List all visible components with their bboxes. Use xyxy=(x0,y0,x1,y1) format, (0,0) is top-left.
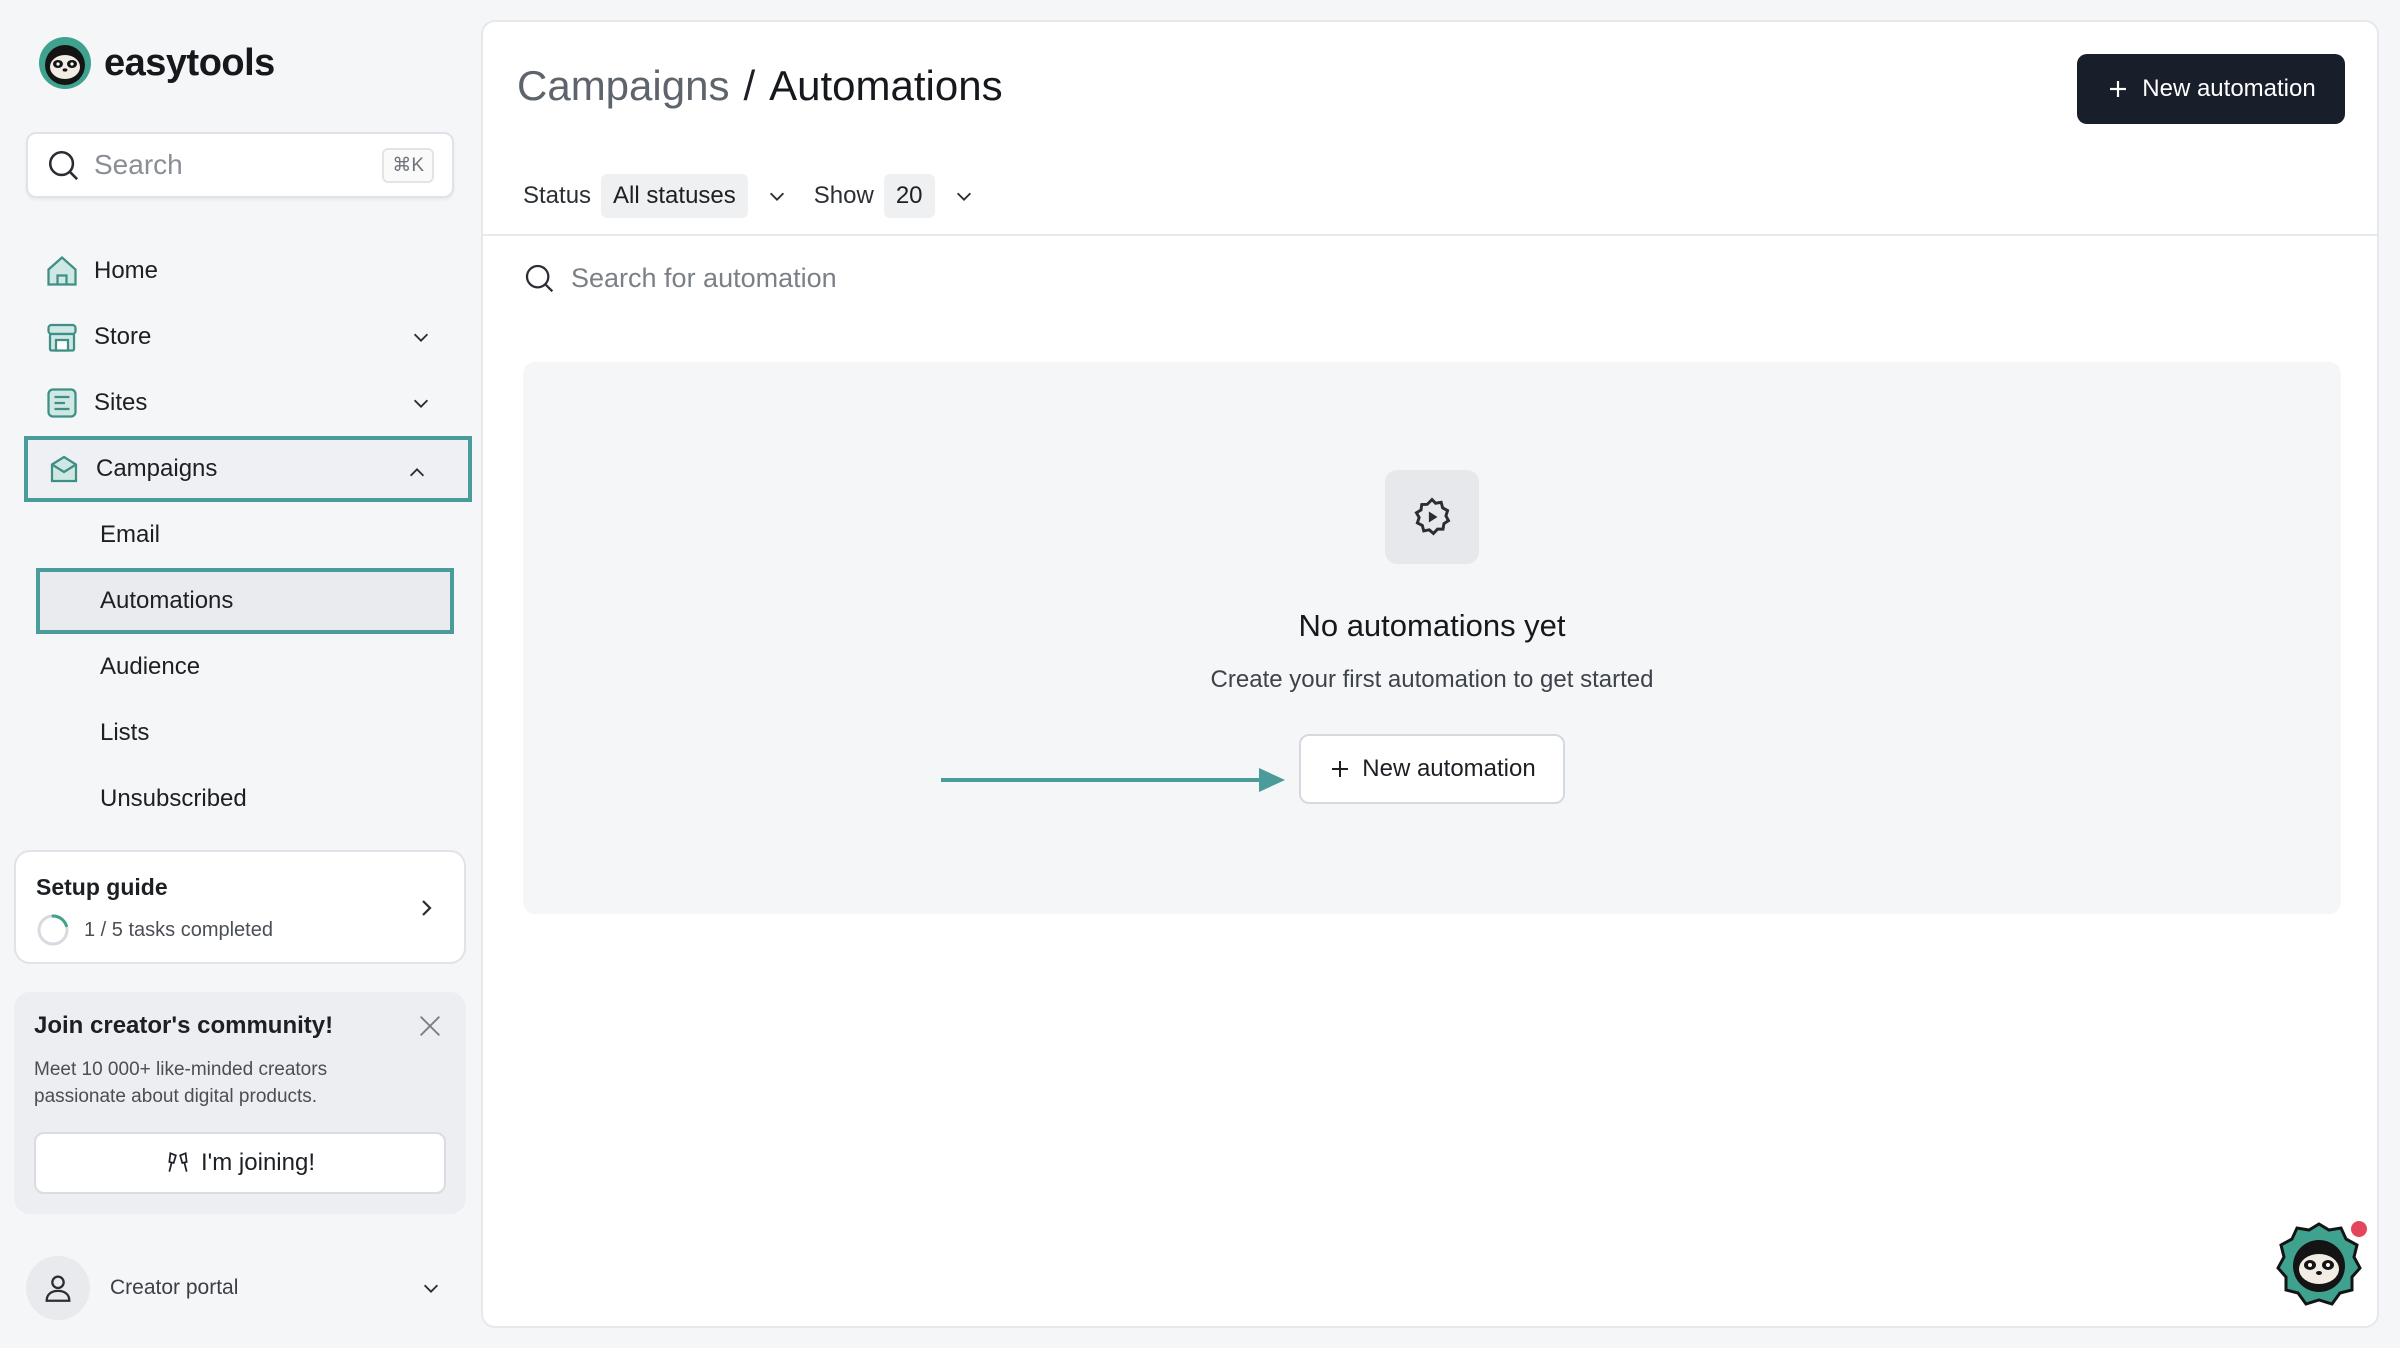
new-automation-label: New automation xyxy=(2142,75,2316,102)
search-placeholder: Search xyxy=(94,149,183,180)
arrow-right-icon xyxy=(941,768,1285,792)
setup-progress: 1 / 5 tasks completed xyxy=(36,913,444,947)
new-automation-button[interactable]: New automation xyxy=(2077,54,2345,124)
breadcrumb: Campaigns / Automations xyxy=(517,62,1003,110)
status-filter-select[interactable]: All statuses xyxy=(601,174,748,218)
join-community-button[interactable]: I'm joining! xyxy=(34,1132,446,1194)
sidebar-subitem-lists[interactable]: Lists xyxy=(26,700,472,766)
main-panel: Campaigns / Automations New automation S… xyxy=(481,20,2379,1328)
empty-new-automation-button[interactable]: New automation xyxy=(1299,734,1565,804)
community-description: Meet 10 000+ like-minded creators passio… xyxy=(34,1059,328,1107)
empty-new-automation-label: New automation xyxy=(1362,755,1536,782)
notification-dot xyxy=(2348,1218,2370,1240)
plus-icon xyxy=(1332,761,1349,777)
campaigns-icon xyxy=(50,455,78,483)
chevron-down-icon[interactable] xyxy=(953,185,975,207)
progress-ring-icon xyxy=(37,914,69,946)
brand-name: easytools xyxy=(104,41,275,84)
empty-state-subtitle: Create your first automation to get star… xyxy=(1210,666,1654,693)
close-icon[interactable] xyxy=(416,1012,444,1040)
sidebar-nav: Home Store Sites Campaigns Email Automat… xyxy=(24,238,472,832)
logo[interactable]: easytools xyxy=(38,36,275,90)
sidebar-item-store[interactable]: Store xyxy=(26,304,472,370)
shortcut-badge: ⌘K xyxy=(382,147,434,183)
sidebar-subitem-automations[interactable]: Automations xyxy=(36,568,454,634)
sites-icon xyxy=(47,388,77,418)
setup-guide-title: Setup guide xyxy=(36,874,168,900)
creator-portal-switcher[interactable]: Creator portal xyxy=(26,1256,456,1320)
community-card: Join creator's community! Meet 10 000+ l… xyxy=(14,992,466,1214)
empty-state: No automations yet Create your first aut… xyxy=(523,362,2341,914)
community-title: Join creator's community! xyxy=(34,1012,334,1039)
sloth-logo-icon xyxy=(39,37,91,89)
chevron-right-icon xyxy=(422,900,432,916)
breadcrumb-parent[interactable]: Campaigns xyxy=(517,62,729,110)
show-count-select[interactable]: 20 xyxy=(883,174,935,218)
breadcrumb-separator: / xyxy=(743,62,756,109)
chevron-down-icon xyxy=(413,333,429,342)
sidebar-search[interactable]: Search ⌘K xyxy=(26,132,454,198)
sidebar-subitem-email[interactable]: Email xyxy=(26,502,472,568)
setup-guide-card[interactable]: Setup guide 1 / 5 tasks completed xyxy=(14,850,466,964)
store-icon xyxy=(47,323,77,352)
join-button-label: I'm joining! xyxy=(201,1149,315,1176)
setup-progress-text: 1 / 5 tasks completed xyxy=(84,918,273,941)
chevron-down-icon[interactable] xyxy=(766,185,788,207)
sidebar-subitem-unsubscribed[interactable]: Unsubscribed xyxy=(26,766,472,832)
automation-icon-box xyxy=(1385,470,1479,564)
search-icon xyxy=(525,264,554,293)
automation-search-placeholder: Search for automation xyxy=(571,262,837,293)
page-title: Automations xyxy=(769,62,1003,109)
filter-bar: Status All statuses Show 20 xyxy=(523,174,991,218)
sidebar-item-campaigns[interactable]: Campaigns xyxy=(24,436,472,502)
automation-search-input[interactable]: Search for automation xyxy=(523,262,837,294)
plus-icon xyxy=(2110,81,2127,97)
chevron-down-icon xyxy=(423,1284,439,1293)
sidebar-subitem-audience[interactable]: Audience xyxy=(26,634,472,700)
chevron-down-icon xyxy=(413,399,429,408)
sidebar: easytools Search ⌘K Home Store Sites Cam… xyxy=(0,0,480,1348)
sidebar-item-sites[interactable]: Sites xyxy=(26,370,472,436)
show-filter-label: Show xyxy=(813,182,874,209)
sidebar-item-home[interactable]: Home xyxy=(26,238,472,304)
creator-portal-label: Creator portal xyxy=(110,1276,239,1299)
avatar xyxy=(26,1256,90,1320)
empty-state-title: No automations yet xyxy=(1298,608,1566,643)
cheers-icon xyxy=(168,1152,188,1172)
home-icon xyxy=(47,255,77,286)
user-icon xyxy=(45,1275,71,1302)
divider xyxy=(483,234,2377,236)
chevron-up-icon xyxy=(409,468,425,477)
status-filter-label: Status xyxy=(523,182,592,209)
gear-play-icon xyxy=(1414,497,1451,536)
sidebar-item-label: Home xyxy=(94,257,159,284)
search-icon xyxy=(48,150,79,181)
